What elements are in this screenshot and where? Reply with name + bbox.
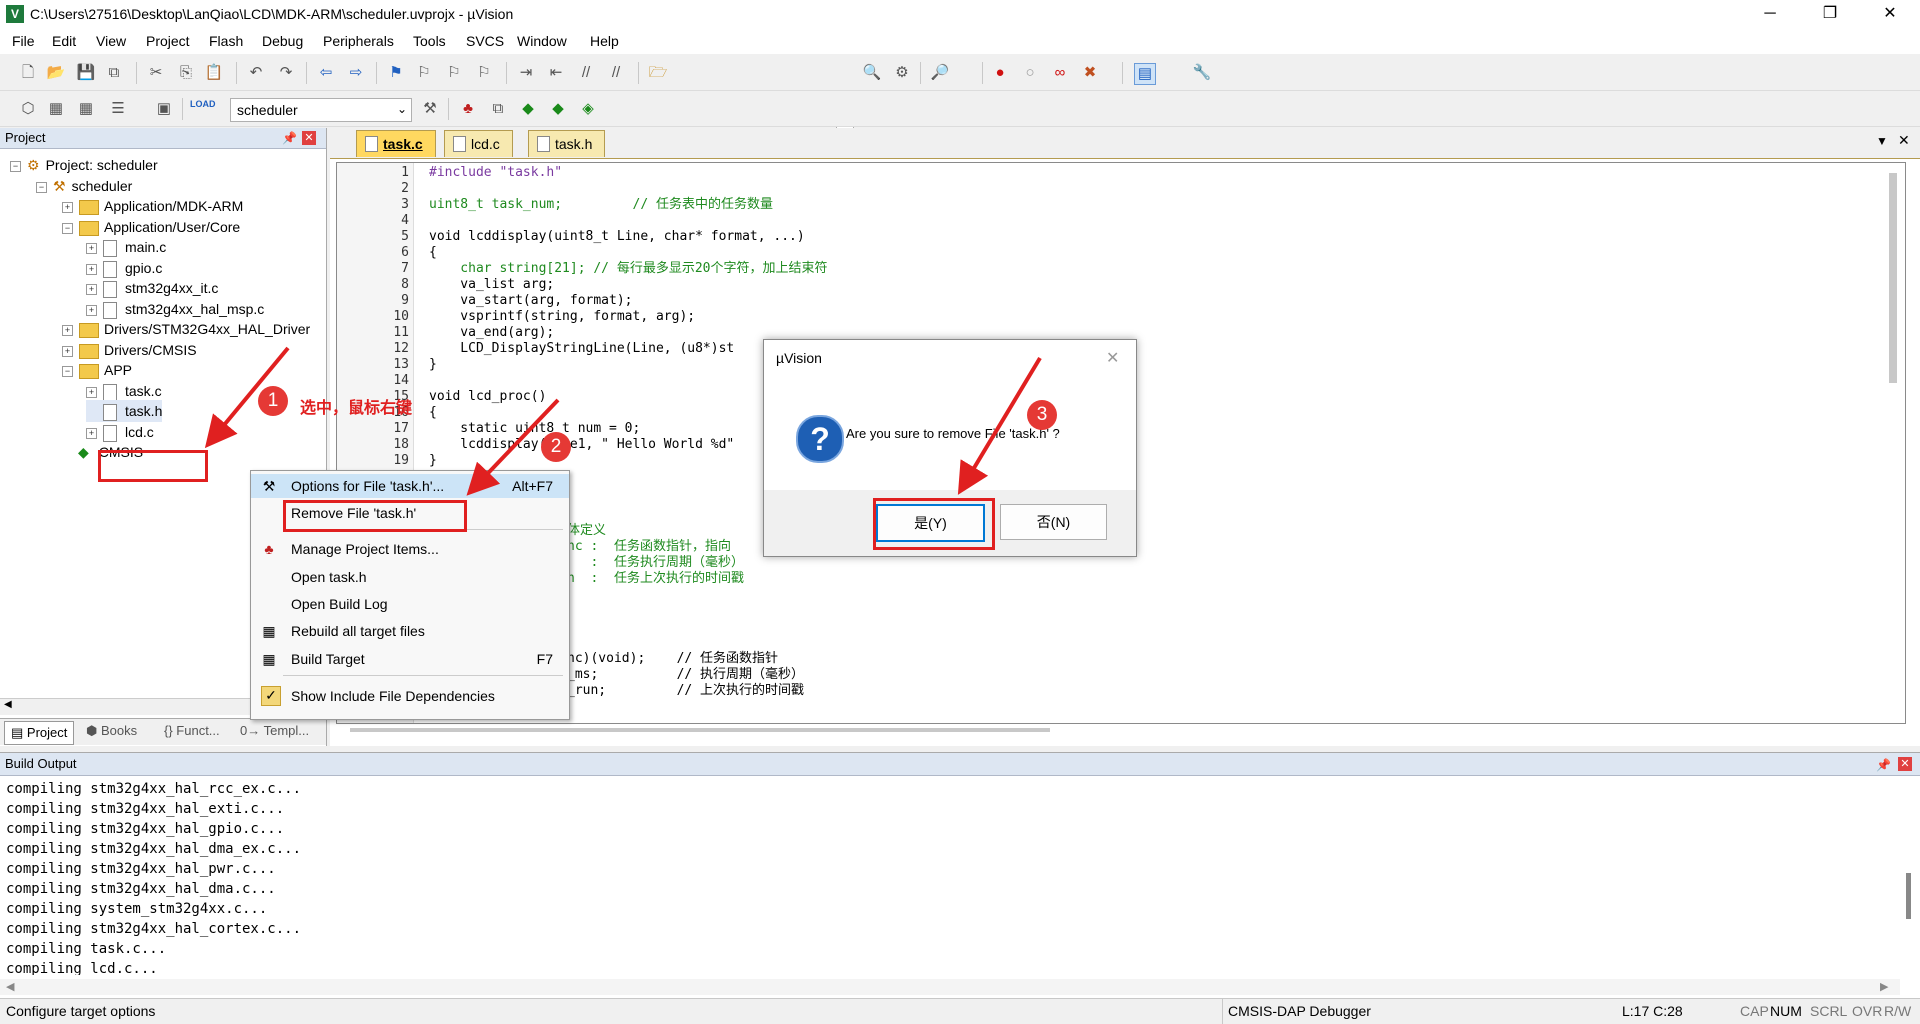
arrow-to-remove-file — [466, 398, 560, 496]
arrow-to-yes-button — [957, 356, 1042, 495]
annotation-arrows — [204, 346, 1042, 496]
arrow-to-task-h — [204, 346, 290, 449]
